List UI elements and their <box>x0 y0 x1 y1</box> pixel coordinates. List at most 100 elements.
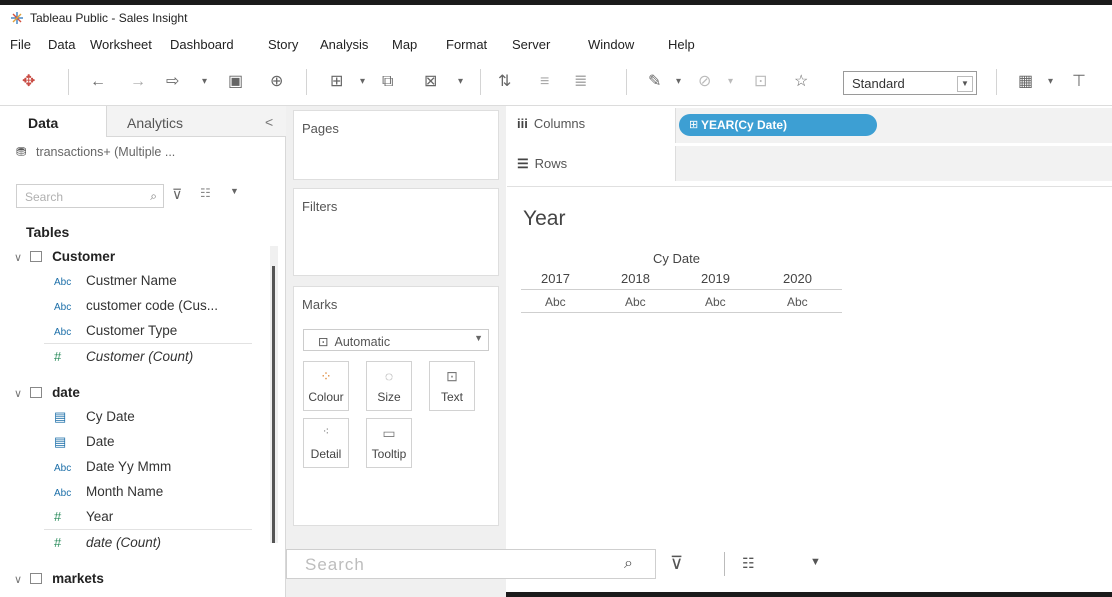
size-button[interactable]: ◌ Size <box>366 361 412 411</box>
menu-story[interactable]: Story <box>268 37 298 52</box>
fit-select-value: Standard <box>852 76 905 91</box>
filter-icon[interactable]: ⊽ <box>172 186 182 203</box>
group-dropdown-icon[interactable]: ▾ <box>728 71 733 93</box>
field-item[interactable]: ▤ Date <box>54 434 115 450</box>
view-options-dropdown-icon[interactable]: ▼ <box>230 186 239 196</box>
menu-bar: File Data Worksheet Dashboard Story Anal… <box>0 35 1112 57</box>
table-group-date[interactable]: ∨ date <box>14 385 80 400</box>
marks-card-title: Marks <box>302 297 338 312</box>
field-name: Custmer Name <box>86 273 177 288</box>
data-search-input[interactable]: Search ⌕ <box>16 184 164 208</box>
year-header[interactable]: 2020 <box>783 271 812 286</box>
search-icon: ⌕ <box>150 189 157 203</box>
field-item[interactable]: # Year <box>54 509 113 524</box>
datasource-item[interactable]: ⛃ transactions+ (Multiple ... <box>16 144 175 159</box>
menu-worksheet[interactable]: Worksheet <box>90 37 152 52</box>
swap-rows-columns-icon[interactable]: ⇅ <box>498 71 511 93</box>
clear-sheet-dropdown-icon[interactable]: ▾ <box>458 71 463 93</box>
menu-format[interactable]: Format <box>446 37 487 52</box>
field-item[interactable]: Abc Custmer Name <box>54 273 177 288</box>
presentation-mode-icon[interactable]: ⊤ <box>1072 71 1086 93</box>
group-members-icon[interactable]: ⊘ <box>698 71 711 93</box>
text-button[interactable]: ⊡ Text <box>429 361 475 411</box>
year-cy-date-pill[interactable]: ⊞ YEAR(Cy Date) <box>679 114 877 136</box>
show-mark-labels-icon[interactable]: ⊡ <box>754 71 767 93</box>
replay-icon[interactable]: ⇨ <box>166 71 179 93</box>
detail-button[interactable]: ⁖ Detail <box>303 418 349 468</box>
sort-descending-icon[interactable]: ≣ <box>574 71 587 93</box>
field-item[interactable]: Abc customer code (Cus... <box>54 298 218 313</box>
chevron-down-icon: ∨ <box>14 574 23 586</box>
menu-map[interactable]: Map <box>392 37 417 52</box>
string-type-icon: Abc <box>54 488 72 499</box>
filters-card[interactable]: Filters <box>293 188 499 276</box>
tooltip-button[interactable]: ▭ Tooltip <box>366 418 412 468</box>
undo-icon[interactable]: ← <box>90 71 106 93</box>
collapse-pane-icon[interactable]: < <box>265 114 273 130</box>
filters-card-title: Filters <box>302 199 338 214</box>
size-label: Size <box>377 390 401 404</box>
new-worksheet-icon[interactable]: ⊞ <box>330 71 343 93</box>
field-item[interactable]: Abc Date Yy Mmm <box>54 459 171 474</box>
scrollbar-thumb[interactable] <box>272 266 275 543</box>
sheet-title: Year <box>523 207 566 230</box>
show-labels-dropdown-icon[interactable]: ▾ <box>1048 71 1053 93</box>
field-item[interactable]: Abc Customer Type <box>54 323 177 338</box>
menu-data[interactable]: Data <box>48 37 75 52</box>
field-item[interactable]: ▤ Cy Date <box>54 409 135 425</box>
discrete-field-icon: ⊞ <box>689 119 699 131</box>
colour-label: Colour <box>308 390 344 404</box>
field-item[interactable]: Abc Month Name <box>54 484 163 499</box>
mark-type-select[interactable]: ⊡ Automatic ▼ <box>303 329 489 351</box>
data-pane-scrollbar[interactable] <box>270 246 278 543</box>
fit-select[interactable]: Standard ▼ <box>843 71 977 95</box>
tab-data[interactable]: Data <box>0 106 106 138</box>
rows-shelf[interactable] <box>675 146 1112 181</box>
year-header[interactable]: 2019 <box>701 271 730 286</box>
pages-card[interactable]: Pages <box>293 110 499 180</box>
replay-dropdown-icon[interactable]: ▾ <box>202 71 207 93</box>
table-cell[interactable]: Abc <box>545 295 566 309</box>
rows-shelf-label: ☰ Rows <box>517 156 567 172</box>
header-divider <box>521 289 842 290</box>
fix-axes-icon[interactable]: ☆ <box>794 71 808 93</box>
table-group-customer[interactable]: ∨ Customer <box>14 249 115 264</box>
menu-server[interactable]: Server <box>512 37 550 52</box>
new-datasource-icon[interactable]: ⊕ <box>270 71 283 93</box>
colour-button[interactable]: ⁘ Colour <box>303 361 349 411</box>
save-icon[interactable]: ▣ <box>228 71 243 93</box>
chevron-down-icon[interactable]: ▼ <box>810 556 821 568</box>
highlight-dropdown-icon[interactable]: ▾ <box>676 71 681 93</box>
tableau-home-icon[interactable]: ✥ <box>22 71 35 93</box>
table-cell[interactable]: Abc <box>625 295 646 309</box>
field-item[interactable]: # Customer (Count) <box>54 349 193 364</box>
clear-sheet-icon[interactable]: ⊠ <box>424 71 437 93</box>
toolbar-divider <box>306 69 307 95</box>
menu-help[interactable]: Help <box>668 37 695 52</box>
show-labels-icon[interactable]: ▦ <box>1018 71 1033 93</box>
overlay-search-input[interactable]: Search ⌕ <box>286 549 656 579</box>
table-cell[interactable]: Abc <box>787 295 808 309</box>
menu-analysis[interactable]: Analysis <box>320 37 368 52</box>
duplicate-sheet-icon[interactable]: ⧉ <box>382 71 393 93</box>
table-cell[interactable]: Abc <box>705 295 726 309</box>
field-item[interactable]: # date (Count) <box>54 535 161 550</box>
menu-dashboard[interactable]: Dashboard <box>170 37 234 52</box>
menu-file[interactable]: File <box>10 37 31 52</box>
datasource-name: transactions+ (Multiple ... <box>35 145 176 159</box>
redo-icon[interactable]: → <box>130 71 146 93</box>
year-header[interactable]: 2017 <box>541 271 570 286</box>
year-header[interactable]: 2018 <box>621 271 650 286</box>
highlight-icon[interactable]: ✎ <box>648 71 661 93</box>
menu-window[interactable]: Window <box>588 37 634 52</box>
field-name: customer code (Cus... <box>86 298 219 313</box>
view-options-icon[interactable]: ☷ <box>742 555 755 572</box>
string-type-icon: Abc <box>54 277 72 288</box>
tab-analytics[interactable]: Analytics < <box>106 106 286 137</box>
table-group-markets[interactable]: ∨ markets <box>14 571 104 586</box>
view-options-icon[interactable]: ☷ <box>200 186 211 200</box>
field-name: Customer Type <box>86 323 178 338</box>
sort-ascending-icon[interactable]: ≡ <box>540 71 549 93</box>
filter-icon[interactable]: ⊽ <box>670 553 683 574</box>
new-worksheet-dropdown-icon[interactable]: ▾ <box>360 71 365 93</box>
